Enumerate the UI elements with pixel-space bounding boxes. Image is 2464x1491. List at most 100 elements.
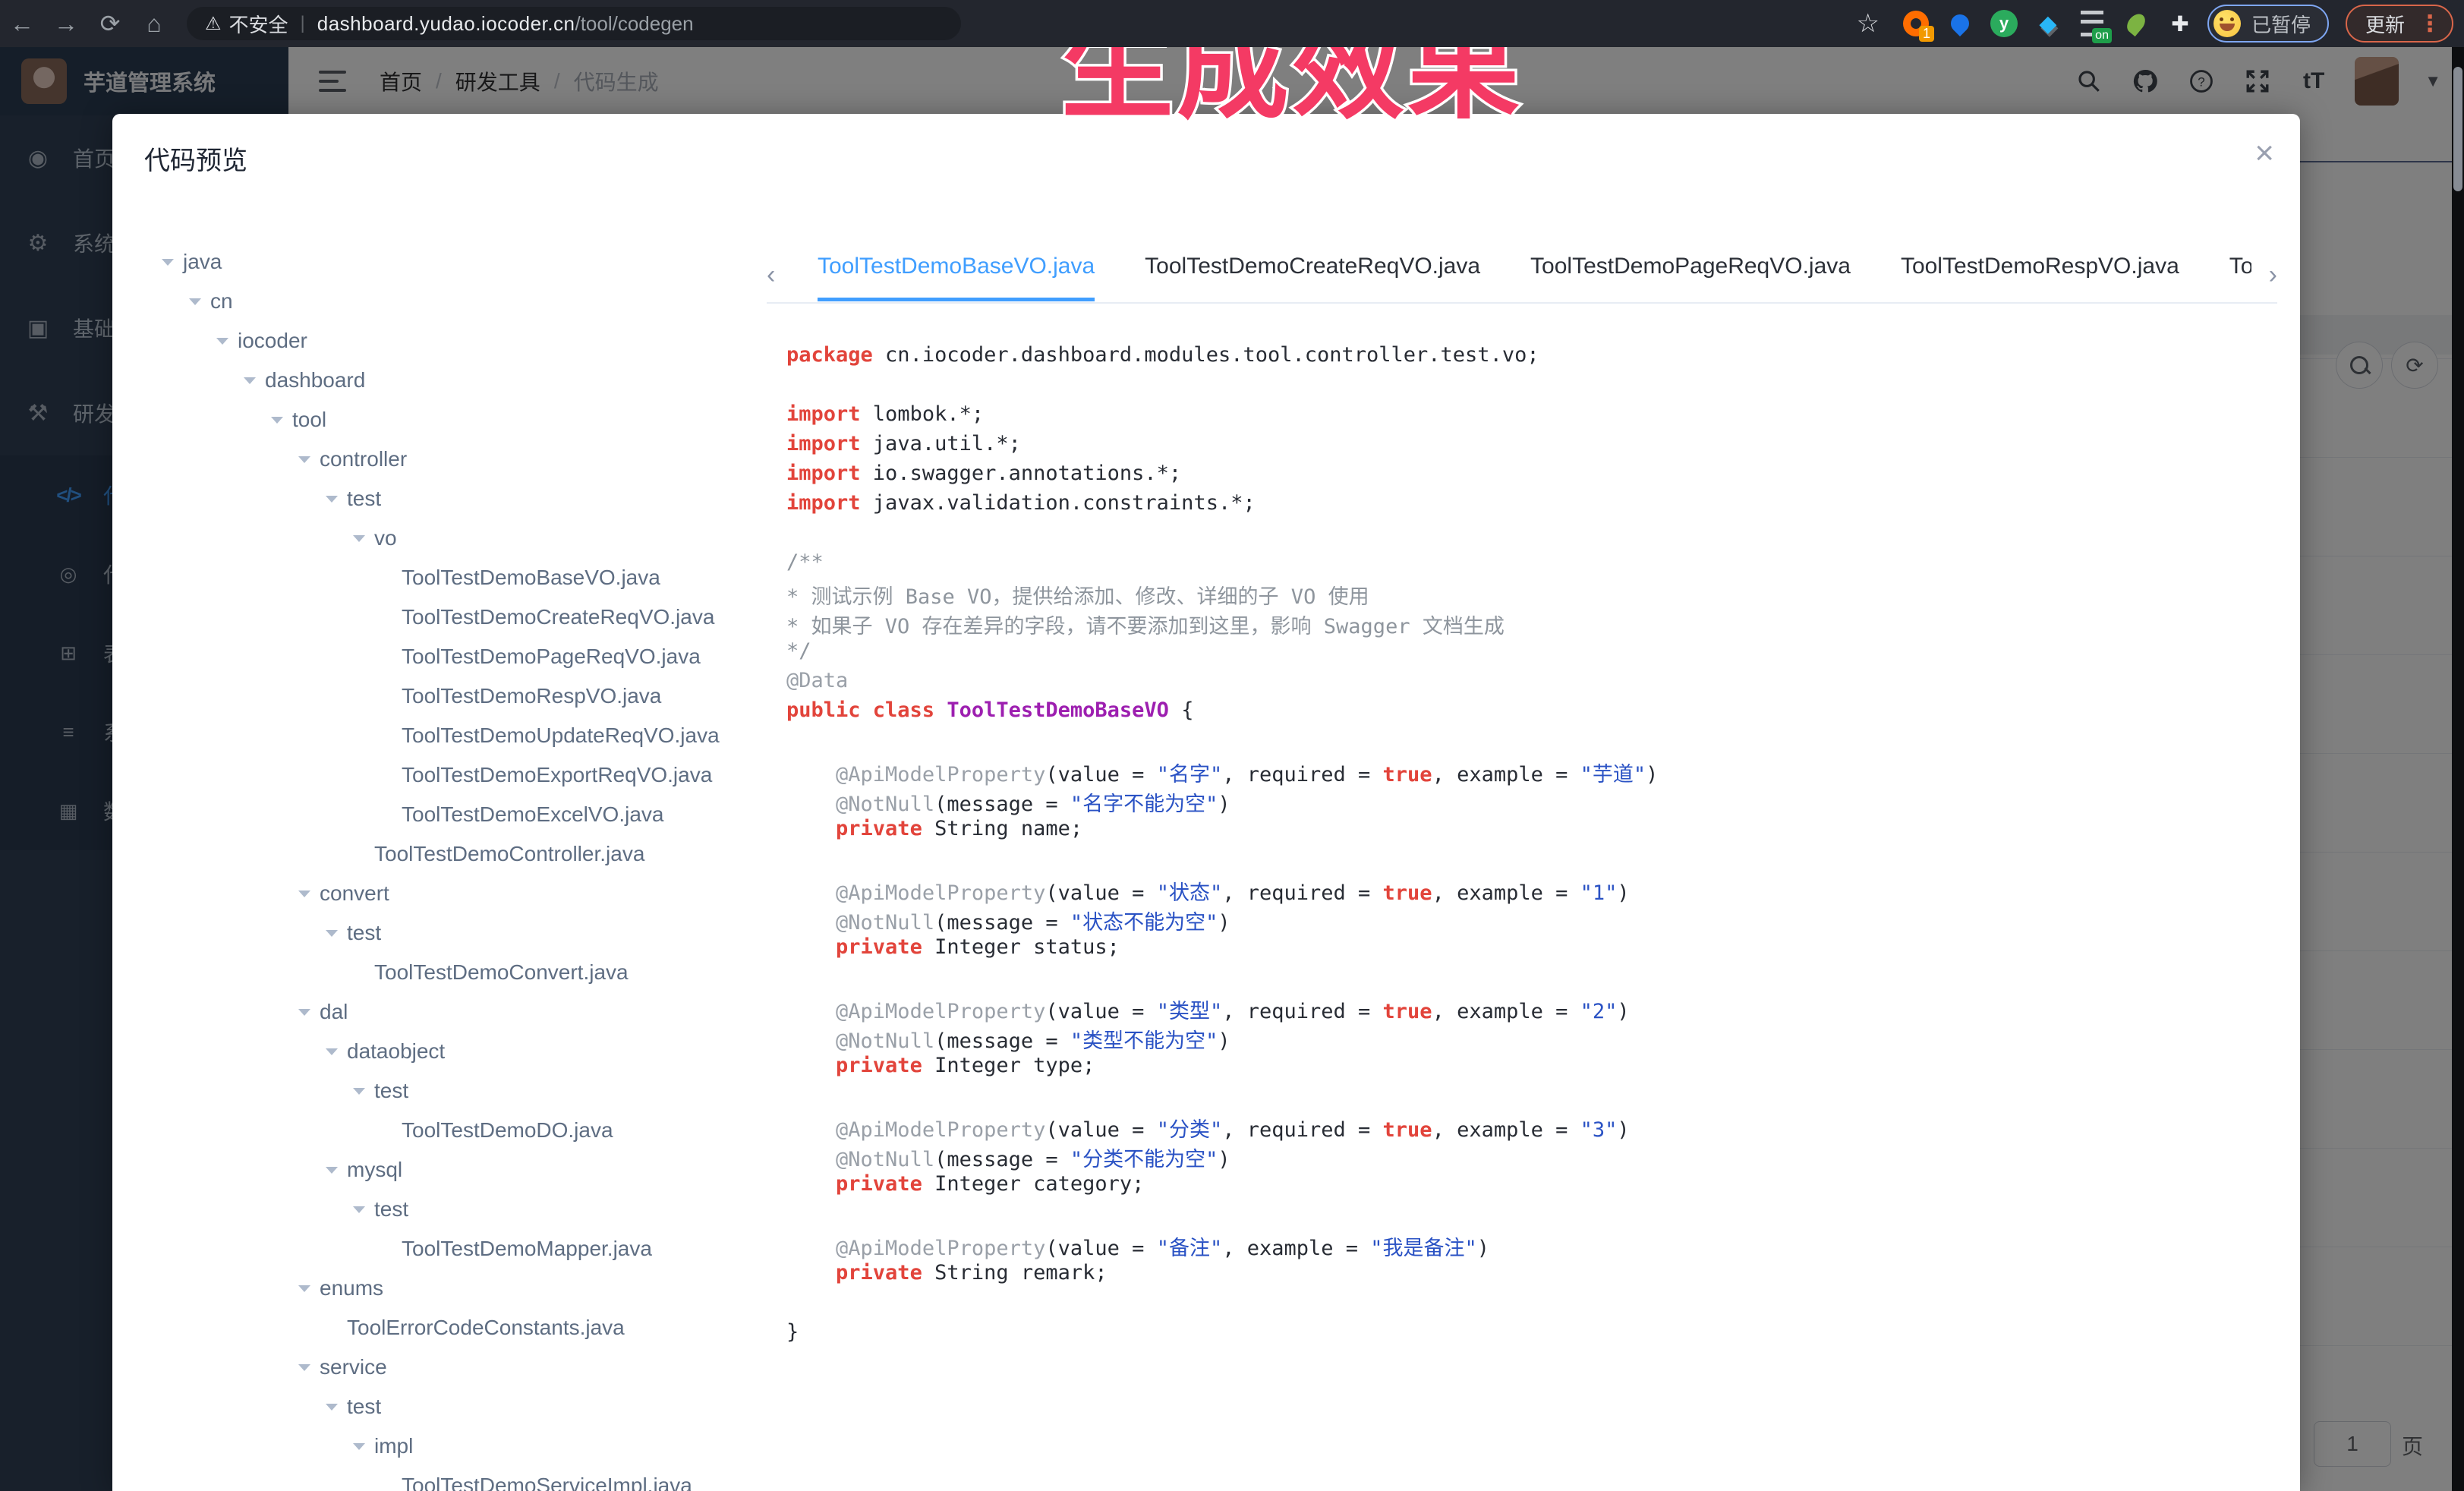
- extension-icon-sprout[interactable]: [2119, 7, 2153, 40]
- tree-file-row[interactable]: ToolTestDemoConvert.java: [128, 953, 765, 992]
- tree-node-label: cn: [210, 289, 233, 314]
- caret-down-icon[interactable]: [244, 377, 265, 384]
- caret-down-icon[interactable]: [298, 891, 320, 897]
- tree-file-row[interactable]: ToolTestDemoServiceImpl.java: [128, 1466, 765, 1491]
- tree-folder-row[interactable]: convert: [128, 874, 765, 913]
- tree-node-label: tool: [292, 408, 326, 432]
- tree-folder-row[interactable]: mysql: [128, 1150, 765, 1190]
- tree-node-label: controller: [320, 447, 407, 471]
- dialog-close-icon[interactable]: ×: [2254, 137, 2274, 170]
- caret-down-icon[interactable]: [216, 338, 238, 345]
- scrollbar-thumb[interactable]: [2453, 67, 2462, 191]
- caret-down-icon[interactable]: [353, 1206, 374, 1213]
- caret-down-icon[interactable]: [326, 1048, 347, 1055]
- tree-node-label: ToolTestDemoServiceImpl.java: [402, 1474, 692, 1491]
- tree-file-row[interactable]: ToolTestDemoExcelVO.java: [128, 795, 765, 834]
- caret-down-icon[interactable]: [298, 1009, 320, 1016]
- tree-folder-row[interactable]: dashboard: [128, 361, 765, 400]
- extension-icon-y[interactable]: y: [1987, 7, 2021, 40]
- tree-node-label: ToolTestDemoUpdateReqVO.java: [402, 723, 720, 748]
- tree-file-row[interactable]: ToolTestDemoUpdateReqVO.java: [128, 716, 765, 755]
- tree-file-row[interactable]: ToolTestDemoRespVO.java: [128, 676, 765, 716]
- file-tree: java cn iocoder dashboard tool controller test…: [128, 242, 765, 1491]
- extension-on-badge: on: [2092, 28, 2112, 43]
- extension-icon-diamond[interactable]: ◆: [2031, 7, 2065, 40]
- browser-back-button[interactable]: ←: [0, 10, 44, 38]
- browser-update-button[interactable]: 更新 ⋮: [2346, 5, 2453, 43]
- caret-down-icon[interactable]: [326, 930, 347, 937]
- caret-down-icon[interactable]: [298, 1364, 320, 1371]
- tree-folder-row[interactable]: test: [128, 479, 765, 519]
- tree-folder-row[interactable]: test: [128, 913, 765, 953]
- browser-reload-button[interactable]: ⟳: [88, 9, 132, 38]
- tree-node-label: java: [183, 250, 222, 274]
- browser-menu-icon[interactable]: ⋮: [2418, 11, 2441, 37]
- tabs-next-icon[interactable]: ›: [2251, 260, 2277, 302]
- tree-file-row[interactable]: ToolErrorCodeConstants.java: [128, 1308, 765, 1348]
- tree-folder-row[interactable]: controller: [128, 440, 765, 479]
- browser-scrollbar[interactable]: [2452, 47, 2464, 1491]
- caret-down-icon[interactable]: [298, 1285, 320, 1292]
- caret-down-icon[interactable]: [162, 259, 183, 266]
- tree-file-row[interactable]: ToolTestDemoCreateReqVO.java: [128, 597, 765, 637]
- tree-file-row[interactable]: ToolTestDemoBaseVO.java: [128, 558, 765, 597]
- tree-folder-row[interactable]: test: [128, 1071, 765, 1111]
- tree-node-label: convert: [320, 881, 389, 906]
- file-tab[interactable]: ToolTestDemoRespVO.java: [1901, 244, 2179, 301]
- tree-node-label: dataobject: [347, 1039, 445, 1064]
- caret-down-icon[interactable]: [326, 1404, 347, 1411]
- caret-down-icon[interactable]: [271, 417, 292, 424]
- tree-node-label: dal: [320, 1000, 348, 1024]
- bookmark-star-icon[interactable]: ☆: [1856, 8, 1879, 39]
- tree-node-label: ToolTestDemoController.java: [374, 842, 644, 866]
- tree-file-row[interactable]: ToolTestDemoExportReqVO.java: [128, 755, 765, 795]
- tree-folder-row[interactable]: test: [128, 1190, 765, 1229]
- caret-down-icon[interactable]: [326, 496, 347, 503]
- tree-folder-row[interactable]: java: [128, 242, 765, 282]
- file-tab[interactable]: ToolTestDemoUpdateReqVO.java: [2229, 244, 2251, 301]
- tree-node-label: ToolTestDemoConvert.java: [374, 960, 629, 985]
- tree-folder-row[interactable]: tool: [128, 400, 765, 440]
- tree-node-label: test: [347, 487, 381, 511]
- caret-down-icon[interactable]: [189, 298, 210, 305]
- tab-strip: ToolTestDemoBaseVO.java ToolTestDemoCreat…: [792, 244, 2251, 302]
- tree-file-row[interactable]: ToolTestDemoPageReqVO.java: [128, 637, 765, 676]
- file-tab[interactable]: ToolTestDemoCreateReqVO.java: [1145, 244, 1480, 301]
- address-bar[interactable]: ⚠ 不安全 | dashboard.yudao.iocoder.cn /tool…: [187, 7, 961, 40]
- tabs-prev-icon[interactable]: ‹: [767, 260, 792, 302]
- tree-node-label: impl: [374, 1434, 413, 1458]
- tree-folder-row[interactable]: impl: [128, 1426, 765, 1466]
- browser-forward-button[interactable]: →: [44, 10, 88, 38]
- caret-down-icon[interactable]: [353, 535, 374, 542]
- tree-folder-row[interactable]: cn: [128, 282, 765, 321]
- tree-folder-row[interactable]: test: [128, 1387, 765, 1426]
- tree-folder-row[interactable]: service: [128, 1348, 765, 1387]
- tree-node-label: ToolTestDemoDO.java: [402, 1118, 613, 1143]
- profile-paused-chip[interactable]: 已暂停: [2207, 5, 2329, 43]
- tree-folder-row[interactable]: dal: [128, 992, 765, 1032]
- caret-down-icon[interactable]: [353, 1443, 374, 1450]
- tree-node-label: ToolTestDemoBaseVO.java: [402, 566, 660, 590]
- tree-node-label: vo: [374, 526, 397, 550]
- extension-icon-list[interactable]: on: [2075, 7, 2109, 40]
- caret-down-icon[interactable]: [326, 1167, 347, 1174]
- tree-folder-row[interactable]: vo: [128, 519, 765, 558]
- tree-file-row[interactable]: ToolTestDemoMapper.java: [128, 1229, 765, 1269]
- tree-folder-row[interactable]: iocoder: [128, 321, 765, 361]
- tree-folder-row[interactable]: dataobject: [128, 1032, 765, 1071]
- dialog-title: 代码预览: [144, 140, 247, 177]
- browser-home-button[interactable]: ⌂: [132, 10, 176, 38]
- extensions-puzzle-icon[interactable]: ✚: [2163, 7, 2197, 40]
- tree-node-label: dashboard: [265, 368, 365, 392]
- tree-file-row[interactable]: ToolTestDemoController.java: [128, 834, 765, 874]
- tree-node-label: ToolTestDemoExportReqVO.java: [402, 763, 712, 787]
- tree-node-label: test: [374, 1197, 408, 1221]
- caret-down-icon[interactable]: [298, 456, 320, 463]
- file-tab[interactable]: ToolTestDemoBaseVO.java: [818, 244, 1095, 301]
- caret-down-icon[interactable]: [353, 1088, 374, 1095]
- tree-folder-row[interactable]: enums: [128, 1269, 765, 1308]
- extension-icon-drop[interactable]: [1943, 7, 1977, 40]
- extension-icon-orange[interactable]: 1: [1899, 7, 1933, 40]
- tree-file-row[interactable]: ToolTestDemoDO.java: [128, 1111, 765, 1150]
- file-tab[interactable]: ToolTestDemoPageReqVO.java: [1530, 244, 1851, 301]
